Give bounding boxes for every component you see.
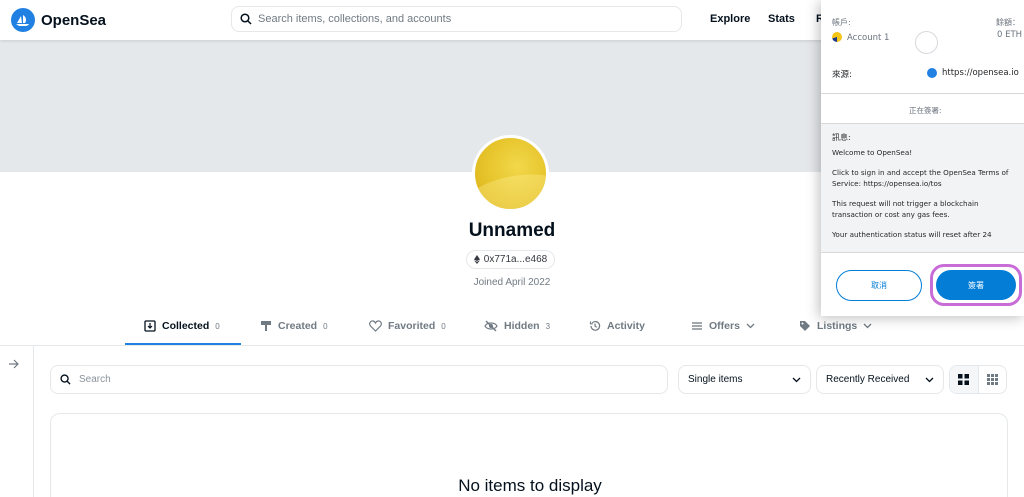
balance-label: 餘額： <box>996 18 1020 27</box>
tab-label: Hidden <box>504 320 540 332</box>
tab-count: 0 <box>441 321 446 331</box>
eye-off-icon <box>484 320 498 332</box>
small-grid-button[interactable] <box>979 366 1007 393</box>
tab-count: 3 <box>545 321 551 331</box>
tab-hidden[interactable]: Hidden 3 <box>484 320 550 332</box>
divider <box>821 93 1024 94</box>
opensea-logo[interactable]: OpenSea <box>11 8 106 32</box>
wallet-address-button[interactable]: 0x771a...e468 <box>466 250 555 269</box>
tab-label: Listings <box>817 320 858 332</box>
history-icon <box>589 320 601 331</box>
select-value: Single items <box>688 374 743 385</box>
ethereum-icon <box>473 255 480 264</box>
balance-value: 0 ETH <box>997 30 1023 40</box>
chevron-down-icon <box>792 377 801 382</box>
metamask-signature-popup: 帳戶: Account 1 餘額： 0 ETH 來源: https://open… <box>821 0 1024 316</box>
large-grid-icon <box>958 374 970 385</box>
origin-label: 來源: <box>832 70 852 80</box>
chevron-down-icon <box>746 323 755 329</box>
loading-spinner-icon <box>915 31 938 54</box>
items-search-input[interactable]: Search <box>50 365 668 394</box>
tab-label: Favorited <box>388 320 436 332</box>
global-search-input[interactable]: Search items, collections, and accounts <box>231 6 682 32</box>
tab-label: Offers <box>709 320 740 332</box>
account-avatar-icon <box>832 32 842 42</box>
message-box[interactable]: 訊息: Welcome to OpenSea! Click to sign in… <box>821 124 1024 252</box>
heart-icon <box>369 320 382 332</box>
tag-icon <box>800 321 810 331</box>
origin-url: https://opensea.io <box>942 68 1019 78</box>
search-placeholder: Search <box>79 374 111 385</box>
brand-name: OpenSea <box>41 11 107 29</box>
search-placeholder: Search items, collections, and accounts <box>258 13 452 25</box>
opensea-logo-icon <box>11 8 35 32</box>
tab-listings[interactable]: Listings <box>799 320 872 332</box>
signing-label: 正在簽署: <box>909 106 942 115</box>
tab-count: 0 <box>323 321 328 331</box>
chevron-down-icon <box>863 323 872 329</box>
nav-stats[interactable]: Stats <box>768 13 795 25</box>
nav-explore[interactable]: Explore <box>710 13 750 25</box>
account-name: Account 1 <box>847 33 890 43</box>
search-icon <box>240 13 252 25</box>
search-icon <box>60 374 71 385</box>
filter-sidebar-collapsed <box>0 346 34 497</box>
small-grid-icon <box>986 374 998 385</box>
message-line: This request will not trigger a blockcha… <box>832 199 979 219</box>
active-tab-indicator <box>125 343 241 345</box>
wallet-address: 0x771a...e468 <box>483 254 548 265</box>
message-line: Welcome to OpenSea! <box>832 148 913 157</box>
message-label: 訊息: <box>832 133 851 142</box>
empty-message: No items to display <box>458 476 602 495</box>
select-value: Recently Received <box>826 374 910 385</box>
large-grid-button[interactable] <box>950 366 979 393</box>
tab-activity[interactable]: Activity <box>589 320 645 332</box>
avatar[interactable] <box>472 135 549 212</box>
paint-brush-icon <box>261 321 271 331</box>
list-icon <box>692 322 702 330</box>
tab-label: Collected <box>162 320 210 332</box>
cancel-button[interactable]: 取消 <box>836 270 922 301</box>
divider <box>821 252 1024 253</box>
profile-tabs: Collected 0 Created 0 Favorited 0 Hidden… <box>0 312 1024 346</box>
message-line: Click to sign in and accept the OpenSea … <box>832 168 1009 188</box>
tab-label: Created <box>278 320 318 332</box>
arrow-right-icon[interactable] <box>8 358 20 370</box>
message-line: Your authentication status will reset af… <box>832 230 992 239</box>
tab-count: 0 <box>215 321 220 331</box>
tab-favorited[interactable]: Favorited 0 <box>369 320 446 332</box>
tab-created[interactable]: Created 0 <box>260 320 328 332</box>
site-favicon-icon <box>927 68 937 78</box>
chevron-down-icon <box>925 377 934 382</box>
items-type-select[interactable]: Single items <box>678 365 811 394</box>
items-empty-state: No items to display <box>50 413 1008 497</box>
grid-size-toggle <box>949 365 1007 394</box>
tab-offers[interactable]: Offers <box>691 320 755 332</box>
sign-button-highlight: 簽署 <box>930 264 1022 306</box>
sign-button[interactable]: 簽署 <box>936 270 1016 300</box>
tab-label: Activity <box>607 320 645 332</box>
account-label: 帳戶: <box>832 18 851 27</box>
sort-select[interactable]: Recently Received <box>816 365 944 394</box>
collected-icon <box>144 320 156 332</box>
tab-collected[interactable]: Collected 0 <box>144 320 220 332</box>
